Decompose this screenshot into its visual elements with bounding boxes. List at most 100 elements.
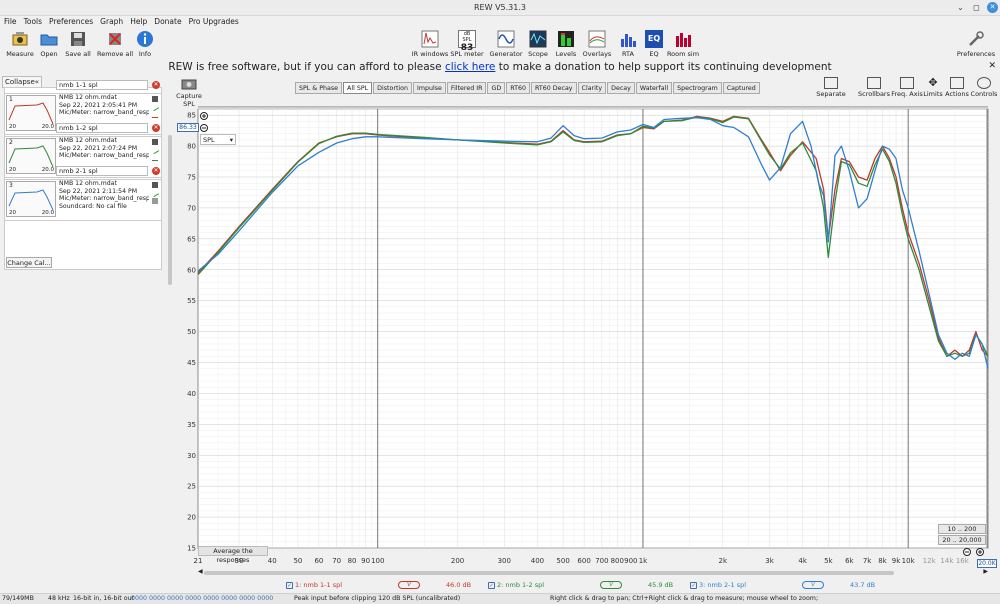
limits-icon: ✥: [928, 76, 938, 89]
menu-preferences[interactable]: Preferences: [49, 16, 97, 28]
actions-button[interactable]: Actions: [944, 77, 970, 98]
x-tick-label: 12k: [923, 557, 937, 565]
tab-spl-phase[interactable]: SPL & Phase: [295, 82, 343, 94]
tab-clarity[interactable]: Clarity: [577, 82, 607, 94]
panel-scrollbar[interactable]: [168, 135, 172, 285]
io-status: 0000 0000 0000 0000 0000 0000 0000 0000: [131, 595, 274, 602]
spl-cursor-readout: 86.33: [177, 123, 199, 132]
delete-measurement-icon[interactable]: ✕: [152, 81, 160, 89]
donate-link[interactable]: click here: [445, 61, 495, 73]
legend-item[interactable]: ✓ 1: nmb 1-1 spl: [286, 581, 342, 589]
y-tick-label: 55: [187, 297, 196, 305]
zoom-out-y-icon[interactable]: [200, 124, 208, 132]
graph-icon[interactable]: [152, 139, 158, 145]
x-tick-label: 600: [577, 557, 590, 565]
menu-tools[interactable]: Tools: [24, 16, 46, 28]
x-tick-label: 40: [268, 557, 277, 565]
x-tick-label: 800: [611, 557, 624, 565]
menu-graph[interactable]: Graph: [100, 16, 127, 28]
banner-close-icon[interactable]: ✕: [988, 61, 996, 71]
range-10-200-button[interactable]: 10 .. 200: [938, 524, 986, 534]
spl-graph[interactable]: 85 80 75 70 65 60 55 50 45 40 35 30 25 20 15 21 30 40 50 6…: [176, 105, 1000, 575]
tab-all-spl[interactable]: All SPL: [343, 82, 373, 94]
preferences-button[interactable]: Preferences: [954, 30, 998, 58]
horizontal-scrollbar[interactable]: ◀ ▶: [198, 568, 988, 576]
tab-captured[interactable]: Captured: [722, 82, 760, 94]
controls-button[interactable]: Controls: [970, 77, 998, 98]
memory-usage[interactable]: 79/149MB: [2, 595, 34, 602]
menu-pro-upgrades[interactable]: Pro Upgrades: [189, 16, 243, 28]
remove-icon: [109, 33, 121, 45]
scroll-right-icon[interactable]: ▶: [983, 568, 988, 575]
limits-button[interactable]: ✥ Limits: [921, 77, 945, 98]
file-icon[interactable]: [152, 198, 158, 204]
minimize-icon[interactable]: ⌄: [955, 2, 966, 13]
delete-measurement-icon[interactable]: ✕: [152, 167, 160, 175]
tab-impulse[interactable]: Impulse: [413, 82, 446, 94]
maximize-icon[interactable]: ◻: [971, 2, 982, 13]
y-axis-select[interactable]: SPL ▾: [200, 134, 236, 145]
spl-meter-button[interactable]: dB SPL 83 SPL meter: [447, 30, 487, 58]
tab-distortion[interactable]: Distortion: [373, 82, 413, 94]
room-sim-icon: [676, 33, 691, 47]
tab-rt60[interactable]: RT60: [506, 82, 530, 94]
tab-gd[interactable]: GD: [487, 82, 506, 94]
zoom-in-x-icon[interactable]: [976, 548, 984, 556]
pen-icon[interactable]: [150, 188, 160, 198]
y-tick-label: 70: [187, 204, 196, 212]
menu-help[interactable]: Help: [130, 16, 151, 28]
legend-value: 43.7 dB: [850, 581, 876, 589]
menu-donate[interactable]: Donate: [154, 16, 185, 28]
info-icon: [137, 31, 153, 47]
measurement-thumbnail: 2 20 20.0: [6, 138, 56, 174]
eq-icon: EQ: [645, 30, 663, 48]
y-tick-label: 65: [187, 235, 196, 243]
legend-item[interactable]: ✓ 2: nmb 1-2 spl: [488, 581, 544, 589]
average-responses-button[interactable]: Average the responses: [198, 546, 268, 564]
zoom-in-y-icon[interactable]: [200, 112, 208, 120]
freq-axis-button[interactable]: Freq. Axis: [890, 77, 924, 98]
legend-item[interactable]: ✓ 3: nmb 2-1 spl: [690, 581, 746, 589]
room-sim-button[interactable]: Room sim: [663, 30, 703, 58]
measurement-item[interactable]: 3 20 20.0 NMB 12 ohm.mdat Sep 22, 2021 2…: [4, 179, 162, 221]
close-icon[interactable]: ✕: [987, 2, 998, 13]
x-tick-label: 70: [332, 557, 341, 565]
menu-file[interactable]: File: [4, 16, 21, 28]
ir-windows-button[interactable]: IR windows: [410, 30, 450, 58]
measurement-name-input[interactable]: nmb 1-2 spl: [56, 123, 148, 133]
scroll-left-icon[interactable]: ◀: [198, 568, 203, 575]
checkbox-icon[interactable]: ✓: [488, 581, 495, 589]
x-tick-label: 500: [556, 557, 569, 565]
tab-spectrogram[interactable]: Spectrogram: [673, 82, 722, 94]
tab-waterfall[interactable]: Waterfall: [635, 82, 673, 94]
overlays-icon: [588, 30, 606, 48]
measurement-name-input[interactable]: nmb 1-1 spl: [56, 80, 148, 90]
line-color-icon[interactable]: [152, 155, 158, 161]
x-tick-label: 5k: [824, 557, 833, 565]
pen-icon[interactable]: [150, 145, 160, 155]
checkbox-icon[interactable]: ✓: [690, 581, 697, 589]
tab-filtered-ir[interactable]: Filtered IR: [446, 82, 487, 94]
tab-rt60-decay[interactable]: RT60 Decay: [530, 82, 577, 94]
line-color-icon[interactable]: [152, 112, 158, 118]
checkbox-icon[interactable]: ✓: [286, 581, 293, 589]
change-cal-button[interactable]: Change Cal...: [6, 257, 52, 268]
x-tick-label: 21: [194, 557, 203, 565]
tab-decay[interactable]: Decay: [607, 82, 635, 94]
info-button[interactable]: Info: [125, 30, 165, 58]
x-tick-label: 14k: [940, 557, 954, 565]
scrollbars-button[interactable]: Scrollbars: [856, 77, 892, 98]
pen-icon[interactable]: [150, 102, 160, 112]
range-20-20000-button[interactable]: 20 .. 20,000: [938, 535, 986, 545]
measurement-name-input[interactable]: nmb 2-1 spl: [56, 166, 148, 176]
freq-cursor-readout: 20.0K: [977, 559, 997, 568]
delete-measurement-icon[interactable]: ✕: [152, 124, 160, 132]
save-all-button[interactable]: Save all: [58, 30, 98, 58]
separate-button[interactable]: Separate: [814, 77, 848, 98]
graph-icon[interactable]: [152, 96, 158, 102]
zoom-out-x-icon[interactable]: [963, 548, 971, 556]
scrollbar-thumb[interactable]: [204, 571, 894, 575]
graph-icon[interactable]: [152, 182, 158, 188]
x-tick-label: 900: [624, 557, 637, 565]
capture-button[interactable]: Capture SPL: [176, 78, 202, 108]
